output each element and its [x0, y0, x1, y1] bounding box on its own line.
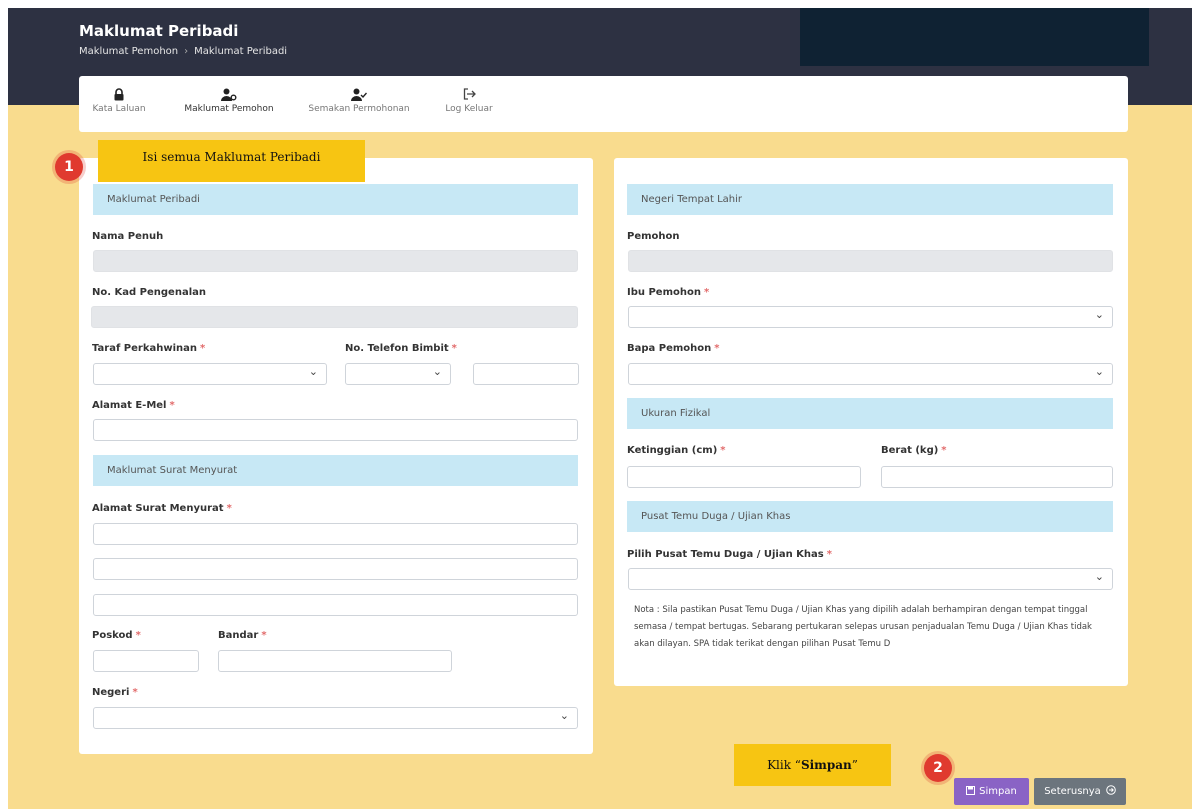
nav-item-maklumat-pemohon[interactable]: Maklumat Pemohon	[179, 88, 279, 114]
breadcrumb-item-maklumat-peribadi: Maklumat Peribadi	[194, 46, 288, 57]
label-negeri: Negeri *	[92, 687, 138, 698]
label-poskod: Poskod *	[92, 630, 141, 641]
bandar-input[interactable]	[218, 650, 452, 672]
no-kad-pengenalan-input	[91, 306, 578, 328]
nav-item-log-keluar[interactable]: Log Keluar	[439, 88, 499, 114]
required-marker: *	[704, 287, 710, 298]
pusat-temu-duga-select[interactable]	[628, 568, 1113, 590]
breadcrumb-item-maklumat-pemohon[interactable]: Maklumat Pemohon	[79, 46, 178, 57]
top-nav: Kata Laluan Maklumat Pemohon Semakan Per…	[79, 76, 1128, 132]
required-marker: *	[135, 630, 141, 641]
label-bapa-pemohon: Bapa Pemohon *	[627, 343, 720, 354]
taraf-perkahwinan-select[interactable]	[93, 363, 327, 385]
required-marker: *	[826, 549, 832, 560]
redacted-region	[800, 8, 1149, 66]
label-text: No. Telefon Bimbit	[345, 343, 449, 354]
simpan-button[interactable]: Simpan	[954, 778, 1029, 805]
nav-label: Semakan Permohonan	[308, 104, 410, 114]
nav-label: Log Keluar	[445, 104, 493, 114]
section-header-maklumat-peribadi: Maklumat Peribadi	[93, 184, 578, 215]
label-alamat-emel: Alamat E-Mel *	[92, 400, 175, 411]
bapa-pemohon-select[interactable]	[628, 363, 1113, 385]
step-1-badge: 1	[55, 153, 83, 181]
nav-item-semakan-permohonan[interactable]: Semakan Permohonan	[303, 88, 415, 114]
section-header-ukuran-fizikal: Ukuran Fizikal	[627, 398, 1113, 429]
required-marker: *	[169, 400, 175, 411]
label-alamat-surat-menyurat: Alamat Surat Menyurat *	[92, 503, 232, 514]
label-nama-penuh: Nama Penuh	[92, 231, 164, 242]
label-text: Negeri	[92, 687, 130, 698]
alamat-line-2-input[interactable]	[93, 558, 578, 580]
label-text: Ibu Pemohon	[627, 287, 701, 298]
section-header-maklumat-surat-menyurat: Maklumat Surat Menyurat	[93, 455, 578, 486]
alamat-line-1-input[interactable]	[93, 523, 578, 545]
pemohon-input	[628, 250, 1113, 272]
page-title: Maklumat Peribadi	[79, 22, 239, 40]
nota-text: Nota : Sila pastikan Pusat Temu Duga / U…	[634, 605, 1092, 649]
email-field[interactable]	[93, 419, 578, 441]
berat-input[interactable]	[881, 466, 1113, 488]
label-pilih-pusat: Pilih Pusat Temu Duga / Ujian Khas *	[627, 549, 832, 560]
required-marker: *	[200, 343, 206, 354]
ketinggian-input[interactable]	[627, 466, 861, 488]
poskod-input[interactable]	[93, 650, 199, 672]
nav-label: Kata Laluan	[92, 104, 146, 114]
required-marker: *	[714, 343, 720, 354]
breadcrumb: Maklumat Pemohon › Maklumat Peribadi	[79, 46, 287, 57]
nav-label: Maklumat Pemohon	[184, 104, 274, 114]
page: Maklumat Peribadi Maklumat Pemohon › Maklu…	[8, 8, 1192, 809]
personal-info-card: Maklumat Peribadi Nama Penuh No. Kad Pen…	[79, 158, 593, 754]
required-marker: *	[261, 630, 267, 641]
button-label: Simpan	[979, 786, 1017, 797]
step-2-badge: 2	[924, 754, 952, 782]
callout-step-2: Klik “Simpan”	[734, 744, 891, 786]
label-text: Pilih Pusat Temu Duga / Ujian Khas	[627, 549, 824, 560]
seterusnya-button[interactable]: Seterusnya	[1034, 778, 1126, 805]
label-pemohon: Pemohon	[627, 231, 680, 242]
arrow-right-circle-icon	[1101, 785, 1116, 797]
required-marker: *	[720, 445, 726, 456]
sign-out-icon	[439, 88, 499, 104]
ibu-pemohon-select[interactable]	[628, 306, 1113, 328]
label-berat: Berat (kg) *	[881, 445, 947, 456]
callout-step-1: Isi semua Maklumat Peribadi	[98, 140, 365, 182]
label-text: Ketinggian (cm)	[627, 445, 718, 456]
label-no-kad-pengenalan: No. Kad Pengenalan	[92, 287, 206, 298]
label-bandar: Bandar *	[218, 630, 267, 641]
callout-bold-text: Simpan	[800, 758, 852, 772]
nama-penuh-input	[93, 250, 578, 272]
button-label: Seterusnya	[1044, 786, 1101, 797]
user-check-icon	[303, 88, 415, 104]
lock-icon	[91, 88, 147, 104]
label-ibu-pemohon: Ibu Pemohon *	[627, 287, 709, 298]
user-cog-icon	[179, 88, 279, 104]
section-header-negeri-tempat-lahir: Negeri Tempat Lahir	[627, 184, 1113, 215]
label-text: Bapa Pemohon	[627, 343, 712, 354]
label-text: Poskod	[92, 630, 133, 641]
required-marker: *	[132, 687, 138, 698]
label-text: Alamat E-Mel	[92, 400, 167, 411]
breadcrumb-separator: ›	[184, 46, 189, 57]
required-marker: *	[451, 343, 457, 354]
required-marker: *	[941, 445, 947, 456]
label-text: Taraf Perkahwinan	[92, 343, 198, 354]
label-no-telefon-bimbit: No. Telefon Bimbit *	[345, 343, 457, 354]
callout-text: Klik “	[767, 758, 801, 772]
label-text: Bandar	[218, 630, 259, 641]
birth-physical-card: Negeri Tempat Lahir Pemohon Ibu Pemohon *…	[614, 158, 1128, 686]
required-marker: *	[226, 503, 232, 514]
label-taraf-perkahwinan: Taraf Perkahwinan *	[92, 343, 205, 354]
negeri-select[interactable]	[93, 707, 578, 729]
save-icon	[966, 786, 979, 797]
telefon-number-input[interactable]	[473, 363, 579, 385]
callout-text: ”	[851, 758, 858, 772]
label-ketinggian: Ketinggian (cm) *	[627, 445, 726, 456]
nav-item-kata-laluan[interactable]: Kata Laluan	[91, 88, 147, 114]
label-text: Alamat Surat Menyurat	[92, 503, 224, 514]
telefon-prefix-select[interactable]	[345, 363, 451, 385]
alamat-line-3-input[interactable]	[93, 594, 578, 616]
label-text: Berat (kg)	[881, 445, 939, 456]
section-header-pusat-temu-duga: Pusat Temu Duga / Ujian Khas	[627, 501, 1113, 532]
